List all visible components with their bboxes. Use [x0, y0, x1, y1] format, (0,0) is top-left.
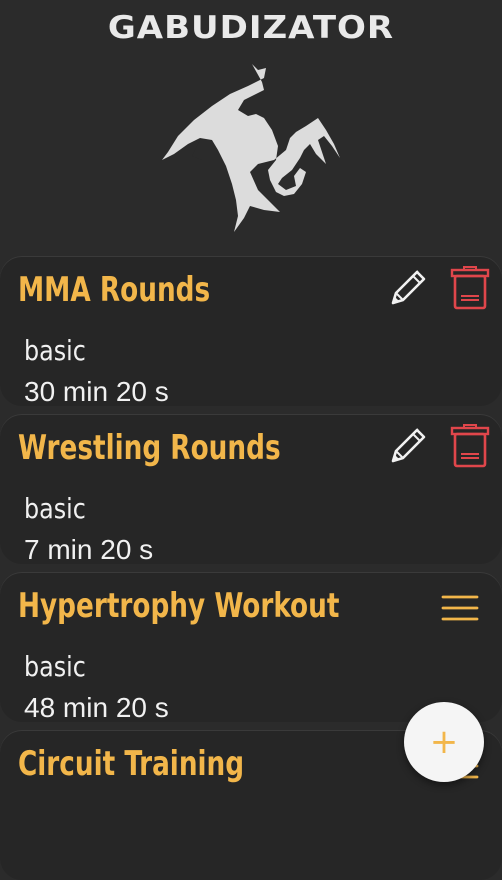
- workout-card[interactable]: MMA Rounds basic 30 min 20 s: [0, 256, 502, 407]
- workout-duration: 7 min 20 s: [24, 534, 154, 565]
- delete-button[interactable]: [448, 424, 492, 468]
- workout-title: Hypertrophy Workout: [18, 586, 340, 626]
- workout-duration: 48 min 20 s: [24, 692, 169, 723]
- delete-icon: [450, 266, 490, 310]
- workout-duration: 30 min 20 s: [24, 376, 169, 407]
- workout-card[interactable]: Wrestling Rounds basic 7 min 20 s: [0, 414, 502, 565]
- workout-type: basic: [24, 334, 86, 367]
- edit-button[interactable]: [386, 424, 430, 468]
- add-workout-button[interactable]: +: [404, 702, 484, 782]
- app-title: GABUDIZATOR: [107, 9, 395, 47]
- workout-title: Circuit Training: [18, 744, 245, 784]
- delete-icon: [450, 424, 490, 468]
- workout-type: basic: [24, 492, 86, 525]
- delete-button[interactable]: [448, 266, 492, 310]
- workout-title: MMA Rounds: [18, 270, 211, 310]
- edit-button[interactable]: [386, 266, 430, 310]
- menu-button[interactable]: [438, 586, 482, 630]
- edit-icon: [391, 270, 426, 305]
- plus-icon: +: [429, 722, 459, 762]
- menu-icon: [441, 595, 479, 621]
- workout-title: Wrestling Rounds: [18, 428, 281, 468]
- workout-card[interactable]: Hypertrophy Workout basic 48 min 20 s: [0, 572, 502, 723]
- workout-type: basic: [24, 650, 86, 683]
- edit-icon: [391, 428, 426, 463]
- app-logo: [162, 64, 340, 232]
